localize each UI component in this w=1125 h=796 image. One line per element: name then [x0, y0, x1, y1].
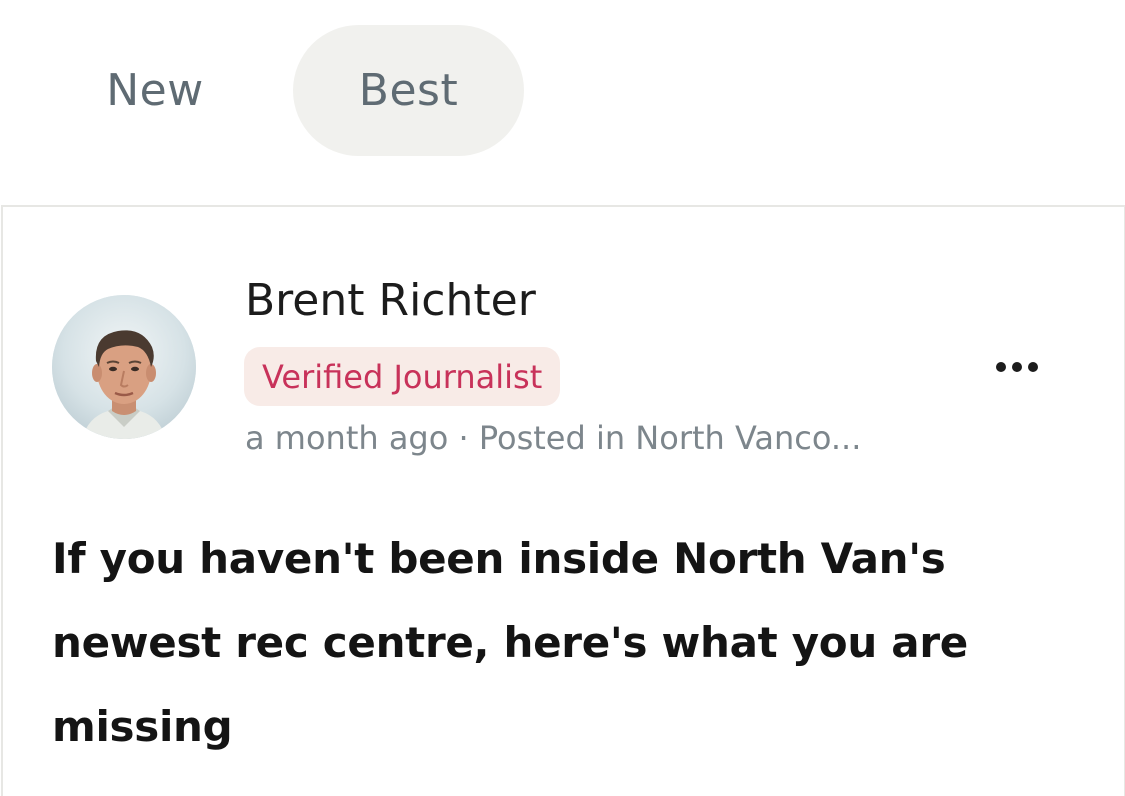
- verified-badge: Verified Journalist: [244, 347, 561, 406]
- more-options-icon: [996, 362, 1038, 372]
- tab-best[interactable]: Best: [293, 25, 524, 156]
- author-photo-icon: [52, 295, 196, 439]
- post-headline[interactable]: If you haven't been inside North Van's n…: [52, 517, 1052, 769]
- avatar[interactable]: [52, 295, 196, 439]
- more-options-button[interactable]: [987, 347, 1047, 387]
- author-name[interactable]: Brent Richter: [245, 275, 536, 326]
- sort-tabs: New Best: [0, 0, 1125, 205]
- tab-new[interactable]: New: [60, 25, 250, 156]
- post-card[interactable]: Brent Richter Verified Journalist a mont…: [1, 205, 1125, 796]
- feed-page: New Best Brent Richter Verified Journali…: [0, 0, 1125, 796]
- post-meta: a month ago · Posted in North Vanco...: [245, 419, 862, 457]
